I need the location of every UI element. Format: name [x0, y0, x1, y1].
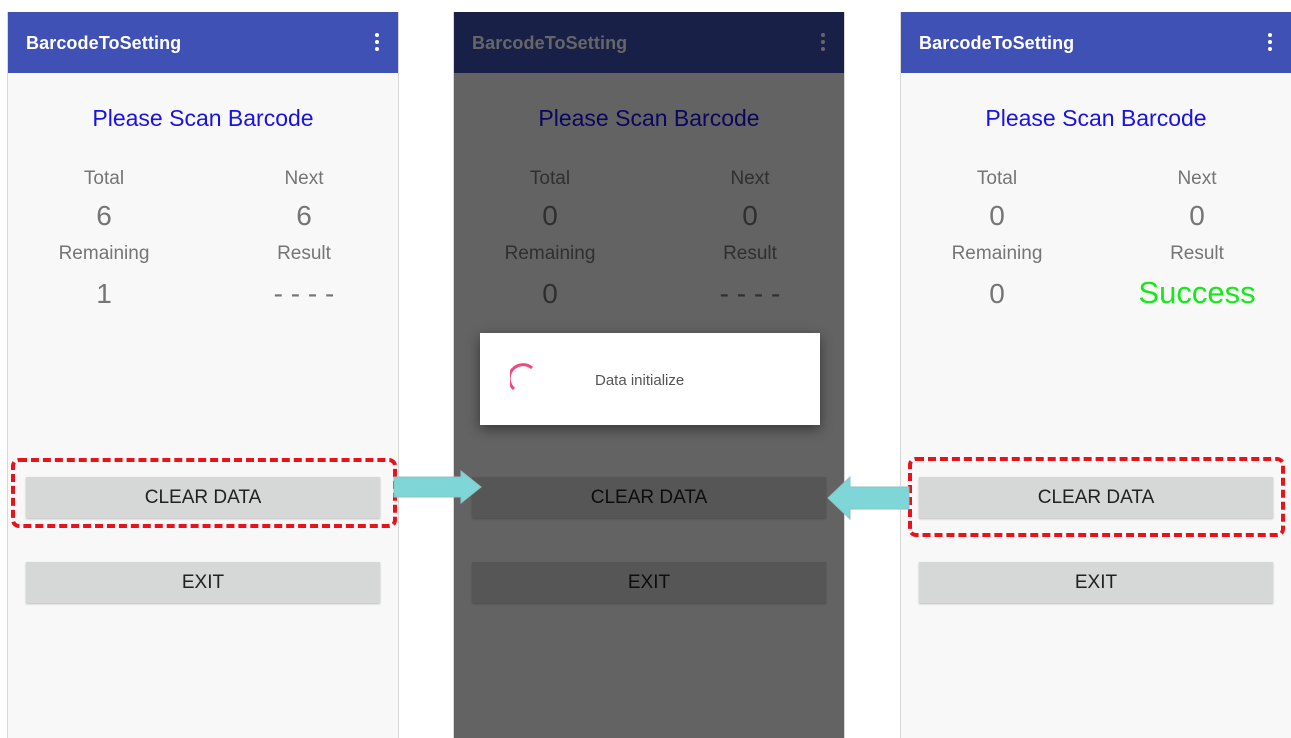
app-bar: BarcodeToSetting	[901, 12, 1291, 73]
exit-button[interactable]: EXIT	[919, 562, 1273, 603]
scan-prompt: Please Scan Barcode	[92, 105, 314, 131]
progress-dialog: Data initialize	[480, 333, 820, 425]
result-value-success: Success	[1138, 275, 1256, 310]
remaining-value: 1	[96, 278, 112, 309]
next-label: Next	[1177, 168, 1217, 189]
total-value: 6	[96, 200, 112, 231]
remaining-label: Remaining	[951, 243, 1043, 264]
more-vert-icon[interactable]	[374, 32, 380, 52]
arrow-right-icon	[393, 470, 482, 504]
next-value: 0	[1189, 200, 1205, 231]
result-label: Result	[1170, 243, 1224, 264]
progress-spinner-icon	[510, 363, 533, 391]
app-title: BarcodeToSetting	[26, 33, 182, 53]
total-label: Total	[83, 168, 125, 189]
dialog-message: Data initialize	[595, 372, 685, 389]
next-value: 6	[296, 200, 312, 231]
remaining-value: 0	[989, 278, 1005, 309]
result-value: - - - -	[273, 278, 335, 309]
exit-button[interactable]: EXIT	[26, 562, 380, 603]
scan-prompt: Please Scan Barcode	[985, 105, 1207, 131]
next-label: Next	[284, 168, 324, 189]
screen-initializing: BarcodeToSetting Please Scan Barcode Tot…	[453, 12, 845, 738]
result-label: Result	[277, 243, 331, 264]
screen-before-clear: BarcodeToSetting Please Scan Barcode Tot…	[7, 12, 399, 738]
total-value: 0	[989, 200, 1005, 231]
screen-after-clear: BarcodeToSetting Please Scan Barcode Tot…	[900, 12, 1291, 738]
clear-data-highlight	[11, 458, 397, 528]
more-vert-icon[interactable]	[1267, 32, 1273, 52]
app-title: BarcodeToSetting	[919, 33, 1075, 53]
app-bar: BarcodeToSetting	[8, 12, 398, 73]
remaining-label: Remaining	[58, 243, 150, 264]
total-label: Total	[976, 168, 1018, 189]
clear-data-highlight	[908, 457, 1285, 537]
arrow-left-icon	[827, 476, 910, 520]
